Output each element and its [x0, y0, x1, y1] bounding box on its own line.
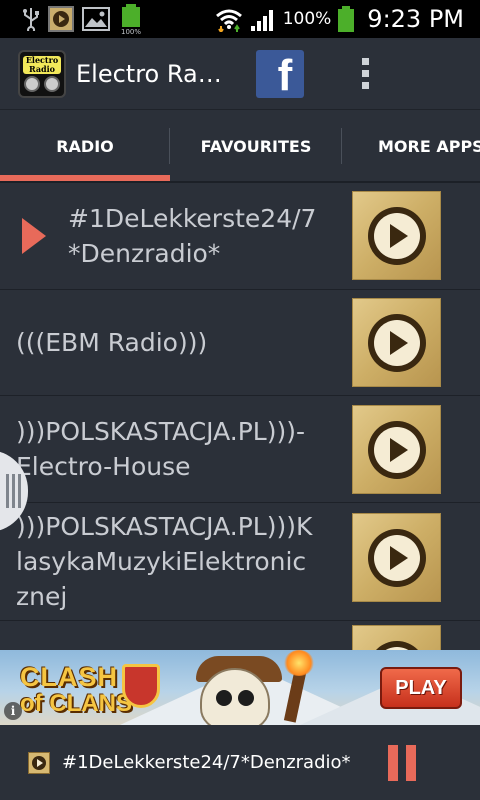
station-row[interactable]: )))POLSKASTACJA.PL)))-Electro-House [0, 396, 480, 503]
play-button[interactable] [352, 298, 441, 387]
status-bar: 100% 100% 9:23 PM [0, 0, 480, 38]
tab-more-apps-label: MORE APPS [378, 136, 480, 156]
tab-radio-label: RADIO [56, 136, 114, 156]
clock: 9:23 PM [367, 5, 464, 33]
svg-text:100%: 100% [121, 28, 141, 35]
play-button[interactable] [352, 191, 441, 280]
pause-icon-bar [406, 744, 416, 781]
image-notification-icon [82, 7, 110, 31]
overflow-dot [361, 82, 369, 89]
battery-percent: 100% [282, 9, 332, 29]
app-logo-text: Electro Radio [23, 55, 61, 74]
speaker-icon [24, 75, 40, 92]
grip-line [17, 474, 21, 508]
battery-notification-icon: 100% [118, 3, 144, 35]
tab-radio[interactable]: RADIO [0, 110, 170, 182]
station-list[interactable]: #1DeLekkerste24/7*Denzradio* (((EBM Radi… [0, 183, 480, 650]
facebook-button[interactable]: f [256, 49, 304, 98]
now-playing-arrow-icon [22, 218, 46, 254]
overflow-dot [361, 58, 369, 65]
play-button[interactable] [352, 405, 441, 494]
play-icon [367, 313, 426, 372]
overflow-dot [361, 70, 369, 77]
tab-favourites-label: FAVOURITES [200, 136, 312, 156]
app-title: Electro Radio [76, 59, 226, 88]
station-row[interactable]: (((EBM Radio))) [0, 290, 480, 396]
pause-button[interactable] [388, 744, 416, 781]
ad-logo-line2: of CLANS [20, 690, 132, 717]
station-name: )))POLSKASTACJA.PL)))-Electro-House [16, 417, 306, 481]
ad-logo-line1: CLASH [20, 662, 118, 692]
station-name: )))POLSKASTACJA.PL)))KlasykaMuzykiElektr… [16, 512, 313, 611]
shield-icon [122, 664, 160, 708]
station-name [16, 621, 316, 650]
wifi-icon [215, 6, 243, 32]
overflow-menu-button[interactable] [350, 50, 380, 98]
media-notification-icon [48, 6, 74, 32]
play-button[interactable] [352, 513, 441, 602]
now-playing-bar: #1DeLekkerste24/7*Denzradio* [0, 725, 480, 800]
action-bar: Electro Radio Electro Radio f [0, 38, 480, 110]
grip-line [11, 474, 15, 508]
tab-bar: RADIO FAVOURITES MORE APPS [0, 110, 480, 182]
station-name: (((EBM Radio))) [16, 328, 208, 357]
ad-banner[interactable]: CLASH of CLANS PLAY i [0, 650, 480, 725]
signal-icon [249, 6, 277, 32]
usb-icon [22, 7, 40, 31]
battery-icon [337, 5, 355, 33]
tab-more-apps[interactable]: MORE APPS [342, 110, 480, 182]
tab-favourites[interactable]: FAVOURITES [170, 110, 342, 182]
now-playing-icon [28, 751, 50, 774]
play-icon [367, 206, 426, 265]
pause-icon-bar [388, 744, 398, 781]
play-icon [367, 420, 426, 479]
play-icon [367, 640, 426, 650]
now-playing-title: #1DeLekkerste24/7*Denzradio* [62, 752, 351, 773]
ad-info-icon[interactable]: i [4, 702, 22, 720]
ad-play-button[interactable]: PLAY [380, 667, 462, 709]
play-button[interactable] [352, 625, 441, 650]
station-row[interactable]: #1DeLekkerste24/7*Denzradio* [0, 183, 480, 290]
station-row[interactable] [0, 621, 480, 650]
play-icon [367, 528, 426, 587]
speaker-icon [44, 75, 60, 92]
station-name: #1DeLekkerste24/7*Denzradio* [68, 204, 317, 268]
grip-line [5, 474, 9, 508]
app-logo-icon[interactable]: Electro Radio [18, 49, 66, 98]
facebook-icon: f [277, 50, 293, 98]
flame-icon [284, 650, 314, 676]
station-row[interactable]: )))POLSKASTACJA.PL)))KlasykaMuzykiElektr… [0, 503, 480, 621]
